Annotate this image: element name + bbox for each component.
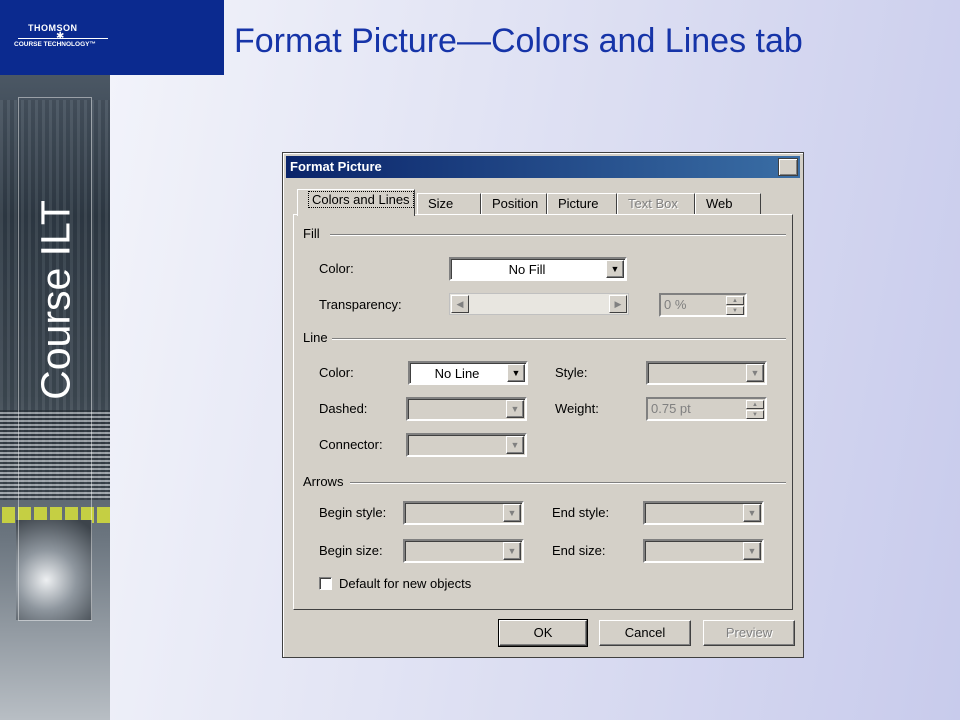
begin-style-dropdown[interactable]: ▼	[403, 501, 524, 525]
spin-down-icon[interactable]: ▼	[746, 410, 764, 419]
default-checkbox[interactable]	[319, 577, 332, 590]
fill-color-value: No Fill	[508, 262, 546, 277]
transparency-value: 0 %	[664, 297, 687, 312]
line-style-label: Style:	[555, 365, 588, 380]
spin-down-icon[interactable]: ▼	[726, 306, 744, 315]
chevron-down-icon[interactable]: ▼	[506, 400, 524, 418]
chevron-down-icon[interactable]: ▼	[743, 504, 761, 522]
line-color-label: Color:	[319, 365, 354, 380]
fill-section-label: Fill	[303, 226, 320, 241]
begin-size-dropdown[interactable]: ▼	[403, 539, 524, 563]
tab-picture[interactable]: Picture	[547, 193, 617, 215]
connector-dropdown[interactable]: ▼	[406, 433, 527, 457]
ok-button[interactable]: OK	[498, 619, 588, 647]
line-divider	[332, 338, 786, 340]
default-checkbox-label[interactable]: Default for new objects	[339, 576, 471, 591]
line-section-label: Line	[303, 330, 328, 345]
chevron-down-icon[interactable]: ▼	[506, 436, 524, 454]
logo-top-text: THOMSON	[28, 23, 78, 33]
tab-size[interactable]: Size	[417, 193, 481, 215]
dashed-label: Dashed:	[319, 401, 368, 416]
end-style-dropdown[interactable]: ▼	[643, 501, 764, 525]
tab-text-box[interactable]: Text Box	[617, 193, 695, 215]
weight-label: Weight:	[555, 401, 599, 416]
thomson-logo: THOMSON ✱ COURSE TECHNOLOGY™	[0, 0, 224, 75]
begin-style-label: Begin style:	[319, 505, 387, 520]
spin-up-icon[interactable]: ▲	[746, 400, 764, 409]
dialog-title: Format Picture	[290, 159, 382, 174]
chevron-down-icon[interactable]: ▼	[503, 542, 521, 560]
fill-color-dropdown[interactable]: No Fill ▼	[449, 257, 627, 281]
fill-color-label: Color:	[319, 261, 354, 276]
end-size-label: End size:	[552, 543, 606, 558]
preview-button[interactable]: Preview	[703, 620, 795, 646]
dashed-dropdown[interactable]: ▼	[406, 397, 527, 421]
line-color-dropdown[interactable]: No Line ▼	[408, 361, 528, 385]
transparency-spinner[interactable]: 0 % ▲ ▼	[659, 293, 747, 317]
tab-colors-and-lines[interactable]: Colors and Lines	[297, 189, 415, 216]
close-button[interactable]	[778, 158, 798, 176]
side-title: Course ILT	[32, 200, 79, 400]
arrows-section-label: Arrows	[303, 474, 344, 489]
connector-label: Connector:	[319, 437, 383, 452]
chevron-down-icon[interactable]: ▼	[606, 260, 624, 278]
format-picture-dialog: Format Picture Colors and Lines Size Pos…	[282, 152, 804, 658]
tab-web[interactable]: Web	[695, 193, 761, 215]
end-style-label: End style:	[552, 505, 610, 520]
line-style-dropdown[interactable]: ▼	[646, 361, 767, 385]
chevron-down-icon[interactable]: ▼	[503, 504, 521, 522]
chevron-down-icon[interactable]: ▼	[743, 542, 761, 560]
chevron-down-icon[interactable]: ▼	[507, 364, 525, 382]
transparency-slider[interactable]: ◀ ▶	[449, 293, 629, 315]
colors-and-lines-panel: Fill Color: No Fill ▼ Transparency: ◀ ▶ …	[293, 214, 793, 610]
tab-position[interactable]: Position	[481, 193, 547, 215]
weight-value: 0.75 pt	[651, 401, 691, 416]
chevron-down-icon[interactable]: ▼	[746, 364, 764, 382]
slide-title: Format Picture—Colors and Lines tab	[234, 22, 803, 60]
cancel-button[interactable]: Cancel	[599, 620, 691, 646]
left-decor-panel: Course ILT	[0, 0, 110, 720]
arrows-divider	[350, 482, 786, 484]
logo-bottom-text: COURSE TECHNOLOGY™	[14, 41, 96, 48]
transparency-label: Transparency:	[319, 297, 402, 312]
line-color-value: No Line	[434, 366, 480, 381]
dialog-titlebar[interactable]: Format Picture	[286, 156, 800, 178]
slider-right-icon[interactable]: ▶	[609, 295, 627, 313]
slider-left-icon[interactable]: ◀	[451, 295, 469, 313]
end-size-dropdown[interactable]: ▼	[643, 539, 764, 563]
spin-up-icon[interactable]: ▲	[726, 296, 744, 305]
fill-divider	[330, 234, 786, 236]
begin-size-label: Begin size:	[319, 543, 383, 558]
weight-spinner[interactable]: 0.75 pt ▲ ▼	[646, 397, 767, 421]
